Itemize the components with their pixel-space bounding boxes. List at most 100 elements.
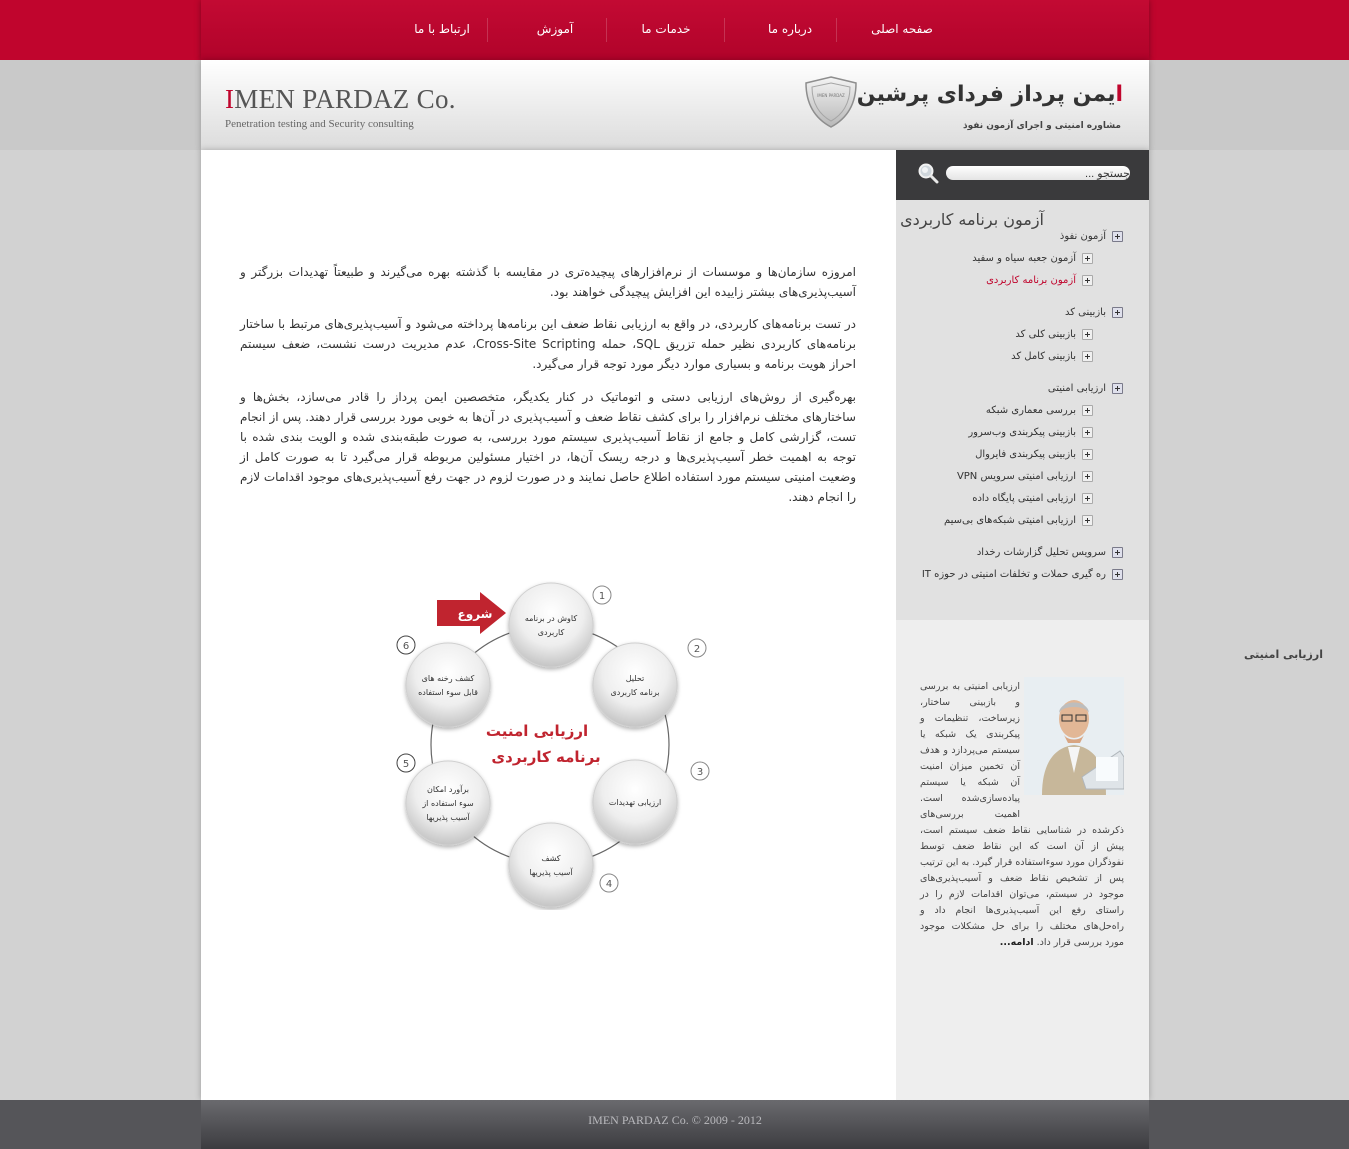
expand-icon: [1112, 307, 1123, 318]
search-input[interactable]: [946, 166, 1130, 180]
cycle-node: برآورد امکان سوء استفاده از آسیب پذیریها 5: [396, 753, 491, 846]
menu-label: آزمون برنامه کاربردی: [986, 275, 1076, 286]
nav-divider: [836, 18, 837, 42]
menu-firewall-config[interactable]: بازبینی پیکربندی فایروال: [975, 449, 1093, 460]
cycle-node-label: ارزیابی تهدیدات: [609, 798, 661, 807]
menu-label: ارزیابی امنیتی سرویس VPN: [956, 471, 1076, 482]
expand-icon: [1082, 351, 1093, 362]
copyright-text: IMEN PARDAZ Co. © 2009 - 2012: [588, 1113, 762, 1127]
step-number: 4: [606, 879, 612, 890]
brand-tagline-en: Penetration testing and Security consult…: [225, 118, 414, 130]
menu-label: ارزیابی امنیتی شبکه‌های بی‌سیم: [943, 515, 1076, 526]
photo-spacer: [1020, 679, 1124, 809]
cycle-node-label: کشف: [541, 854, 560, 863]
menu-label: آزمون جعبه سیاه و سفید: [972, 253, 1076, 264]
expand-icon: [1082, 427, 1093, 438]
step-number: 3: [697, 767, 703, 778]
cycle-node-label: برآورد امکان: [427, 784, 469, 794]
article-paragraph-2: در تست برنامه‌های کاربردی، در واقع به ار…: [240, 317, 857, 371]
menu-security-assessment[interactable]: ارزیابی امنیتی: [1048, 383, 1123, 394]
menu-label: آزمون نفوذ: [1059, 231, 1106, 242]
nav-contact[interactable]: ارتباط با ما: [397, 0, 487, 60]
brand-en-name: MEN PARDAZ Co.: [234, 84, 456, 114]
article-paragraph-3: بهره‌گیری از روش‌های ارزیابی دستی و اتوم…: [240, 390, 856, 504]
cycle-node-label: کاوش در برنامه: [525, 614, 577, 623]
step-number: 6: [403, 641, 409, 652]
step-number: 2: [694, 644, 700, 655]
menu-code-review[interactable]: بازبینی کد: [1065, 307, 1123, 318]
brand-fa-initial: ا: [1115, 82, 1123, 107]
expand-icon: [1082, 515, 1093, 526]
cycle-node-label: کاربردی: [538, 628, 565, 637]
cycle-node-circle: [405, 642, 491, 728]
menu-vpn-assessment[interactable]: ارزیابی امنیتی سرویس VPN: [957, 471, 1093, 482]
nav-divider: [487, 18, 488, 42]
page-title: آزمون برنامه کاربردی: [900, 210, 1044, 229]
brand-logo-fa[interactable]: ایمن پرداز فردای پرشین: [857, 82, 1123, 107]
menu-incident-analysis[interactable]: سرویس تحلیل گزارشات رخداد: [977, 547, 1123, 558]
menu-attack-tracking[interactable]: ره گیری حملات و تخلفات امنیتی در حوزه IT: [922, 569, 1123, 580]
expand-icon: [1082, 471, 1093, 482]
shield-label: IMEN PARDAZ: [817, 93, 845, 98]
menu-label: بازبینی پیکربندی فایروال: [975, 449, 1076, 460]
expand-icon: [1112, 383, 1123, 394]
menu-label: ارزیابی امنیتی پایگاه داده: [972, 493, 1076, 504]
menu-label: ارزیابی امنیتی: [1047, 383, 1106, 394]
menu-label: بررسی معماری شبکه: [985, 405, 1076, 416]
menu-code-review-full[interactable]: بازبینی کامل کد: [1011, 351, 1093, 362]
cycle-node-label: برنامه کاربردی: [611, 688, 660, 697]
sidebar-box-title: ارزیابی امنیتی: [1244, 648, 1323, 661]
expand-icon: [1082, 253, 1093, 264]
expand-icon: [1082, 275, 1093, 286]
read-more-link[interactable]: ادامه...: [1000, 937, 1034, 948]
cycle-node-label: سوء استفاده از: [421, 799, 474, 808]
cycle-node-label: کشف رخنه های: [422, 674, 475, 683]
nav-home[interactable]: صفحه اصلی: [857, 0, 947, 60]
menu-webserver-config[interactable]: بازبینی پیکربندی وب‌سرور: [968, 427, 1093, 438]
article-paragraph-1: امروزه سازمان‌ها و موسسات از نرم‌افزارها…: [240, 265, 856, 299]
site-footer: IMEN PARDAZ Co. © 2009 - 2012: [201, 1100, 1149, 1149]
menu-label: بازبینی کلی کد: [1015, 329, 1076, 340]
expand-icon: [1082, 449, 1093, 460]
cycle-node-label: قابل سوء استفاده: [418, 688, 478, 697]
expand-icon: [1082, 405, 1093, 416]
menu-label: بازبینی کامل کد: [1011, 351, 1076, 362]
menu-penetration-test[interactable]: آزمون نفوذ: [1060, 231, 1123, 242]
brand-en-initial: I: [225, 84, 235, 114]
brand-fa-name: یمن پرداز فردای پرشین: [856, 82, 1116, 107]
cycle-node: کاوش در برنامه کاربردی 1: [508, 582, 612, 668]
expand-icon: [1082, 329, 1093, 340]
menu-code-review-general[interactable]: بازبینی کلی کد: [1015, 329, 1093, 340]
cycle-node-label: آسیب پذیریها: [426, 812, 470, 822]
cycle-node: کشف آسیب پذیریها 4: [508, 822, 619, 908]
nav-services[interactable]: خدمات ما: [621, 0, 711, 60]
expand-icon: [1112, 231, 1123, 242]
nav-divider: [724, 18, 725, 42]
menu-app-test[interactable]: آزمون برنامه کاربردی: [986, 275, 1093, 286]
expand-icon: [1112, 569, 1123, 580]
cycle-node-circle: [508, 582, 594, 668]
menu-label: بازبینی کد: [1064, 307, 1106, 318]
step-number: 5: [403, 759, 409, 770]
start-label: شروع: [458, 607, 493, 622]
menu-network-architecture[interactable]: بررسی معماری شبکه: [986, 405, 1093, 416]
menu-wireless-assessment[interactable]: ارزیابی امنیتی شبکه‌های بی‌سیم: [944, 515, 1093, 526]
assessment-cycle-diagram: کاوش در برنامه کاربردی 1 تحلیل برنامه کاربرد…: [396, 582, 710, 908]
menu-label: بازبینی پیکربندی وب‌سرور: [968, 427, 1076, 438]
menu-blackbox-test[interactable]: آزمون جعبه سیاه و سفید: [972, 253, 1093, 264]
top-nav: صفحه اصلی درباره ما خدمات ما آموزش ارتبا…: [201, 0, 1149, 60]
diagram-center-line1: ارزیابی امنیت: [486, 722, 588, 740]
brand-tagline-fa: مشاوره امنیتی و اجرای آزمون نفوذ: [962, 121, 1121, 131]
sidebar-box-text: ارزیابی امنیتی به بررسی و بازبینی ساختار…: [920, 679, 1124, 951]
menu-database-assessment[interactable]: ارزیابی امنیتی پایگاه داده: [972, 493, 1093, 504]
expand-icon: [1112, 547, 1123, 558]
cycle-node-label: آسیب پذیریها: [529, 867, 573, 877]
nav-about[interactable]: درباره ما: [745, 0, 835, 60]
menu-label: سرویس تحلیل گزارشات رخداد: [976, 547, 1106, 558]
search-icon[interactable]: [917, 162, 939, 184]
nav-training[interactable]: آموزش: [510, 0, 600, 60]
cycle-node: کشف رخنه های قابل سوء استفاده 6: [396, 635, 491, 728]
expand-icon: [1082, 493, 1093, 504]
cycle-node-circle: [508, 822, 594, 908]
brand-logo-en[interactable]: IMEN PARDAZ Co.: [225, 84, 456, 115]
